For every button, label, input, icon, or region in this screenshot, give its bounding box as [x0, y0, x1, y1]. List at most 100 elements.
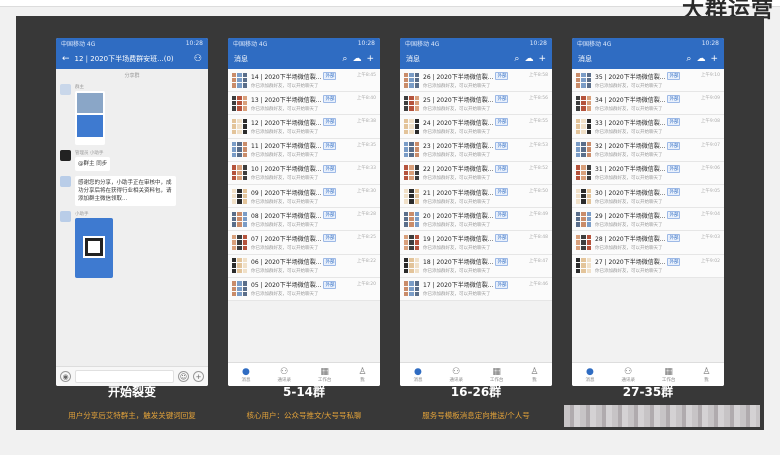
conversation-preview: 你已添加群好友，可以开始聊天了 — [423, 106, 491, 112]
group-avatar — [232, 281, 247, 297]
status-bar: 中国移动 4G 10:28 — [572, 38, 724, 49]
conversation-time: 上午8:48 — [528, 235, 548, 241]
conversation-row[interactable]: 26 | 2020下半场微信裂... 外部 你已添加群好友，可以开始聊天了 上午8:5… — [400, 69, 552, 93]
conversation-row[interactable]: 18 | 2020下半场微信裂... 外部 你已添加群好友，可以开始聊天了 上午8:4… — [400, 254, 552, 278]
cloud-icon[interactable]: ☁ — [696, 54, 705, 64]
back-arrow-icon[interactable]: ← — [62, 54, 70, 64]
emoji-icon[interactable]: ☺ — [178, 371, 189, 382]
conversation-row[interactable]: 21 | 2020下半场微信裂... 外部 你已添加群好友，可以开始聊天了 上午8:5… — [400, 184, 552, 209]
group-avatar — [232, 142, 247, 158]
conversation-row[interactable]: 13 | 2020下半场微信裂... 外部 你已添加群好友，可以开始聊天了 上午8:4… — [228, 92, 380, 116]
search-icon[interactable]: ⌕ — [342, 54, 347, 64]
clock-text: 10:28 — [185, 40, 203, 47]
avatar[interactable] — [60, 84, 71, 95]
message-input[interactable] — [75, 370, 174, 383]
messages-title: 消息 — [234, 55, 248, 63]
message-sender: 管理员 小助手 — [75, 151, 104, 156]
conversation-row[interactable]: 08 | 2020下半场微信裂... 外部 你已添加群好友，可以开始聊天了 上午8:2… — [228, 208, 380, 232]
conversation-row[interactable]: 34 | 2020下半场微信裂... 外部 你已添加群好友，可以开始聊天了 上午9:0… — [572, 92, 724, 116]
conversation-row[interactable]: 31 | 2020下半场微信裂... 外部 你已添加群好友，可以开始聊天了 上午9:0… — [572, 161, 724, 185]
search-icon[interactable]: ⌕ — [514, 54, 519, 64]
tab-contacts[interactable]: ⚇ 通讯录 — [449, 367, 463, 383]
conversation-row[interactable]: 28 | 2020下半场微信裂... 外部 你已添加群好友，可以开始聊天了 上午9:0… — [572, 231, 724, 255]
conversation-row[interactable]: 32 | 2020下半场微信裂... 外部 你已添加群好友，可以开始聊天了 上午9:0… — [572, 138, 724, 162]
qr-poster[interactable] — [75, 218, 113, 278]
tab-workbench[interactable]: ▦ 工作台 — [490, 367, 504, 383]
group-name: 18 | 2020下半场微信裂... — [423, 259, 494, 267]
conversation-name: 34 | 2020下半场微信裂... 外部 — [595, 95, 701, 104]
conversation-row[interactable]: 11 | 2020下半场微信裂... 外部 你已添加群好友，可以开始聊天了 上午8:3… — [228, 138, 380, 162]
tab-workbench[interactable]: ▦ 工作台 — [662, 367, 676, 383]
conversation-name: 08 | 2020下半场微信裂... 外部 — [251, 211, 357, 220]
person-icon: ♙ — [358, 366, 367, 377]
conversation-meta: 08 | 2020下半场微信裂... 外部 你已添加群好友，可以开始聊天了 — [251, 211, 357, 228]
add-icon[interactable]: + — [538, 54, 546, 64]
conversation-row[interactable]: 14 | 2020下半场微信裂... 外部 你已添加群好友，可以开始聊天了 上午8:4… — [228, 69, 380, 93]
conversation-name: 07 | 2020下半场微信裂... 外部 — [251, 234, 357, 243]
add-icon[interactable]: + — [366, 54, 374, 64]
conversation-row[interactable]: 25 | 2020下半场微信裂... 外部 你已添加群好友，可以开始聊天了 上午8:5… — [400, 92, 552, 116]
conversation-meta: 27 | 2020下半场微信裂... 外部 你已添加群好友，可以开始聊天了 — [595, 257, 701, 274]
search-icon[interactable]: ⌕ — [686, 54, 691, 64]
group-avatar — [576, 72, 591, 88]
phone-chat: 中国移动 4G 10:28 ← 12 | 2020下半场费群安班...(0) ⚇… — [56, 38, 208, 386]
tab-me[interactable]: ♙ 我 — [358, 367, 366, 383]
carrier-text: 中国移动 4G — [61, 41, 96, 48]
group-members-icon[interactable]: ⚇ — [194, 54, 202, 64]
conversation-meta: 06 | 2020下半场微信裂... 外部 你已添加群好友，可以开始聊天了 — [251, 257, 357, 274]
conversation-row[interactable]: 19 | 2020下半场微信裂... 外部 你已添加群好友，可以开始聊天了 上午8:4… — [400, 231, 552, 255]
conversation-row[interactable]: 23 | 2020下半场微信裂... 外部 你已添加群好友，可以开始聊天了 上午8:5… — [400, 138, 552, 162]
conversation-row[interactable]: 20 | 2020下半场微信裂... 外部 你已添加群好友，可以开始聊天了 上午8:4… — [400, 208, 552, 232]
conversation-row[interactable]: 30 | 2020下半场微信裂... 外部 你已添加群好友，可以开始聊天了 上午9:0… — [572, 184, 724, 209]
conversation-name: 12 | 2020下半场微信裂... 外部 — [251, 118, 357, 127]
conversation-time: 上午8:55 — [528, 119, 548, 125]
chat-title: 12 | 2020下半场费群安班...(0) — [74, 55, 174, 63]
tab-me[interactable]: ♙ 我 — [530, 367, 538, 383]
group-name: 21 | 2020下半场微信裂... — [423, 189, 494, 197]
conversation-row[interactable]: 07 | 2020下半场微信裂... 外部 你已添加群好友，可以开始聊天了 上午8:2… — [228, 231, 380, 255]
conversation-time: 上午8:38 — [356, 119, 376, 125]
group-avatar — [404, 234, 419, 250]
group-name: 05 | 2020下半场微信裂... — [251, 282, 322, 290]
tab-contacts[interactable]: ⚇ 通讯录 — [621, 367, 635, 383]
tab-me[interactable]: ♙ 我 — [702, 367, 710, 383]
tab-contacts[interactable]: ⚇ 通讯录 — [277, 367, 291, 383]
plus-icon[interactable]: + — [193, 371, 204, 382]
conversation-row[interactable]: 17 | 2020下半场微信裂... 外部 你已添加群好友，可以开始聊天了 上午8:4… — [400, 277, 552, 301]
conversation-name: 19 | 2020下半场微信裂... 外部 — [423, 234, 529, 243]
conversation-row[interactable]: 22 | 2020下半场微信裂... 外部 你已添加群好友，可以开始聊天了 上午8:5… — [400, 161, 552, 185]
group-avatar — [404, 188, 419, 204]
chat-header: ← 12 | 2020下半场费群安班...(0) ⚇ — [56, 49, 208, 69]
conversation-row[interactable]: 33 | 2020下半场微信裂... 外部 你已添加群好友，可以开始聊天了 上午9:0… — [572, 115, 724, 139]
conversation-row[interactable]: 27 | 2020下半场微信裂... 外部 你已添加群好友，可以开始聊天了 上午9:0… — [572, 254, 724, 278]
voice-icon[interactable]: ◉ — [60, 371, 71, 382]
conversation-row[interactable]: 10 | 2020下半场微信裂... 外部 你已添加群好友，可以开始聊天了 上午8:3… — [228, 161, 380, 185]
avatar[interactable] — [60, 211, 71, 222]
external-badge: 外部 — [667, 95, 681, 104]
cloud-icon[interactable]: ☁ — [524, 54, 533, 64]
group-name: 19 | 2020下半场微信裂... — [423, 235, 494, 243]
group-avatar — [232, 211, 247, 227]
add-icon[interactable]: + — [710, 54, 718, 64]
avatar[interactable] — [60, 150, 71, 161]
tab-messages[interactable]: ● 消息 — [413, 367, 422, 383]
message-bubble: 感谢您的分享，小助手正在审核中，成功分享后将在获得行业相关资料包，请添加群主微信… — [75, 176, 176, 206]
conversation-name: 24 | 2020下半场微信裂... 外部 — [423, 118, 529, 127]
tab-messages[interactable]: ● 消息 — [241, 367, 250, 383]
shared-card[interactable] — [75, 91, 105, 145]
conversation-row[interactable]: 35 | 2020下半场微信裂... 外部 你已添加群好友，可以开始聊天了 上午9:1… — [572, 69, 724, 93]
conversation-row[interactable]: 09 | 2020下半场微信裂... 外部 你已添加群好友，可以开始聊天了 上午8:3… — [228, 184, 380, 209]
conversation-row[interactable]: 29 | 2020下半场微信裂... 外部 你已添加群好友，可以开始聊天了 上午9:0… — [572, 208, 724, 232]
conversation-row[interactable]: 12 | 2020下半场微信裂... 外部 你已添加群好友，可以开始聊天了 上午8:3… — [228, 115, 380, 139]
conversation-row[interactable]: 06 | 2020下半场微信裂... 外部 你已添加群好友，可以开始聊天了 上午8:2… — [228, 254, 380, 278]
conversation-row[interactable]: 05 | 2020下半场微信裂... 外部 你已添加群好友，可以开始聊天了 上午8:2… — [228, 277, 380, 301]
avatar[interactable] — [60, 176, 71, 187]
conversation-name: 20 | 2020下半场微信裂... 外部 — [423, 211, 529, 220]
cloud-icon[interactable]: ☁ — [352, 54, 361, 64]
external-badge: 外部 — [323, 95, 337, 104]
message-sender: 群主 — [75, 85, 84, 90]
tab-workbench[interactable]: ▦ 工作台 — [318, 367, 332, 383]
carrier-text: 中国移动 4G — [233, 41, 268, 48]
tab-messages[interactable]: ● 消息 — [585, 367, 594, 383]
conversation-row[interactable]: 24 | 2020下半场微信裂... 外部 你已添加群好友，可以开始聊天了 上午8:5… — [400, 115, 552, 139]
